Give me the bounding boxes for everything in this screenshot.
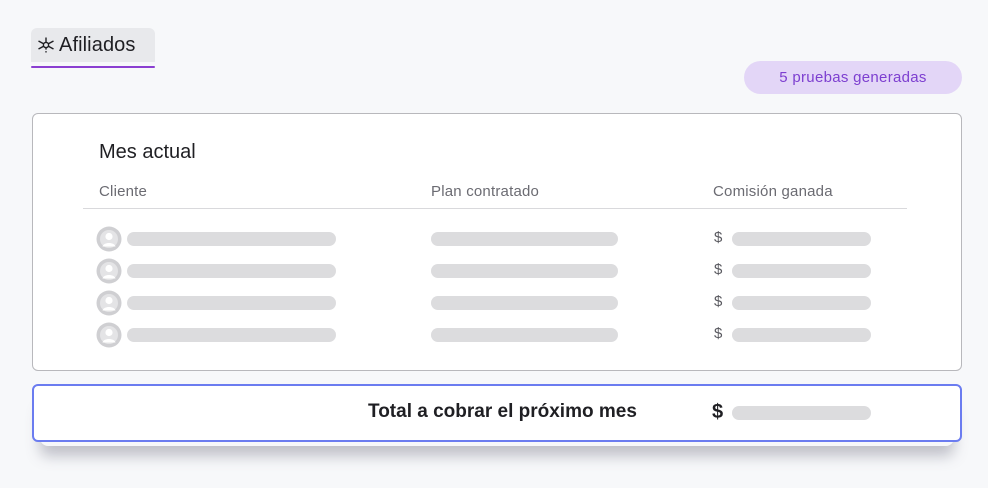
avatar-placeholder-icon xyxy=(96,290,122,316)
plan-placeholder xyxy=(431,232,618,246)
column-header-commission: Comisión ganada xyxy=(713,183,833,200)
currency-symbol: $ xyxy=(714,325,723,342)
avatar-placeholder-icon xyxy=(96,258,122,284)
total-amount-placeholder xyxy=(732,406,871,420)
currency-symbol: $ xyxy=(714,261,723,278)
table-row: $ xyxy=(33,225,961,253)
commission-placeholder xyxy=(732,264,871,278)
client-name-placeholder xyxy=(127,264,336,278)
plan-placeholder xyxy=(431,296,618,310)
card-title: Mes actual xyxy=(99,141,196,163)
header-divider xyxy=(83,208,907,209)
plan-placeholder xyxy=(431,328,618,342)
commission-placeholder xyxy=(732,296,871,310)
client-name-placeholder xyxy=(127,232,336,246)
tab-label: Afiliados xyxy=(59,33,136,56)
tab-active-indicator xyxy=(31,66,155,68)
currency-symbol: $ xyxy=(714,229,723,246)
currency-symbol: $ xyxy=(714,293,723,310)
tab-afiliados[interactable]: Afiliados xyxy=(31,28,155,62)
total-currency-symbol: $ xyxy=(712,401,724,423)
avatar-placeholder-icon xyxy=(96,226,122,252)
table-row: $ xyxy=(33,321,961,349)
total-next-month-bar: Total a cobrar el próximo mes $ xyxy=(32,384,962,442)
network-icon xyxy=(37,36,55,54)
column-header-plan: Plan contratado xyxy=(431,183,540,200)
table-row: $ xyxy=(33,289,961,317)
client-name-placeholder xyxy=(127,328,336,342)
commission-placeholder xyxy=(732,232,871,246)
trials-badge: 5 pruebas generadas xyxy=(744,61,962,94)
column-header-client: Cliente xyxy=(99,183,148,200)
client-name-placeholder xyxy=(127,296,336,310)
table-row: $ xyxy=(33,257,961,285)
plan-placeholder xyxy=(431,264,618,278)
total-label: Total a cobrar el próximo mes xyxy=(368,401,637,422)
avatar-placeholder-icon xyxy=(96,322,122,348)
commission-placeholder xyxy=(732,328,871,342)
current-month-card: Mes actual Cliente Plan contratado Comis… xyxy=(32,113,962,371)
